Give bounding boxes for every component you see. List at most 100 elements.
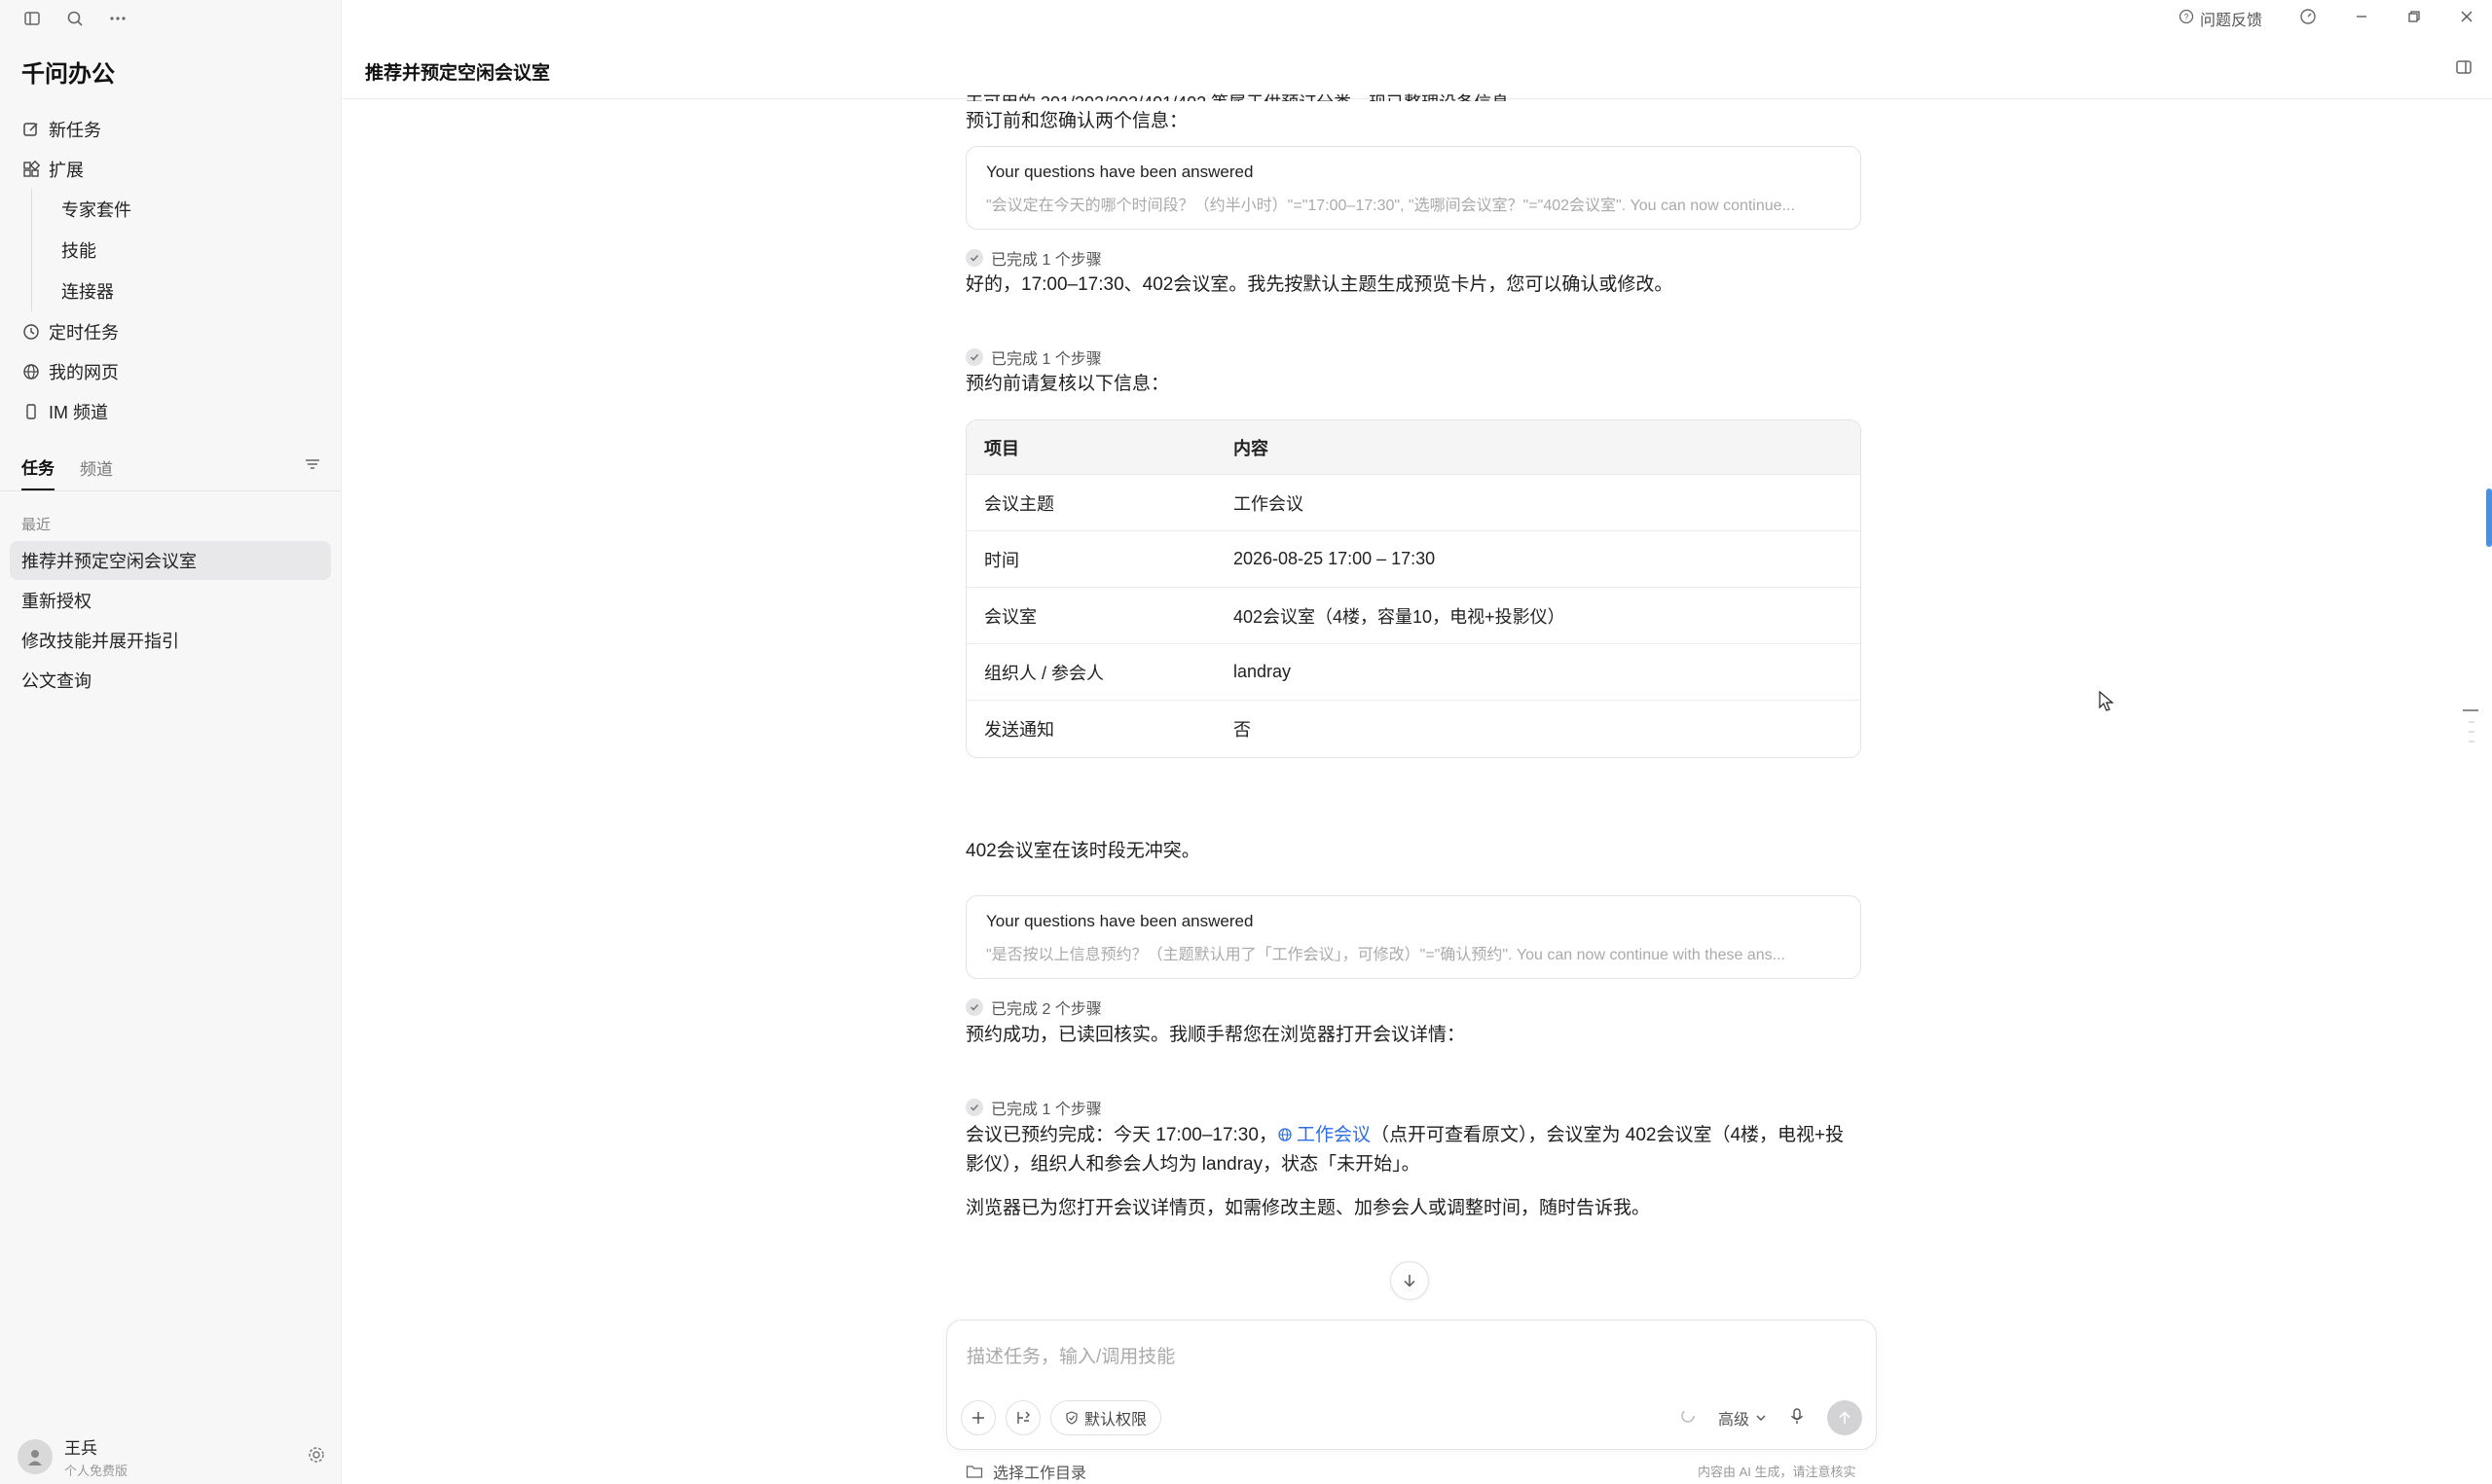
- feedback-label: 问题反馈: [2199, 13, 2262, 29]
- check-icon: [966, 998, 983, 1016]
- permission-label: 默认权限: [1084, 1412, 1148, 1429]
- tab-tasks[interactable]: 任务: [21, 454, 55, 490]
- workdir-label: 选择工作目录: [993, 1466, 1087, 1482]
- table-cell: landray: [1233, 662, 1292, 681]
- answered-card[interactable]: Your questions have been answered "是否按以上…: [966, 895, 1861, 979]
- toggle-sidebar-icon[interactable]: [21, 8, 43, 29]
- scrollbar[interactable]: [2484, 358, 2492, 679]
- message-text: 会议已预约完成：今天 17:00–17:30，: [966, 1125, 1277, 1145]
- steps-completed[interactable]: 已完成 1 个步骤: [966, 246, 1102, 270]
- send-button[interactable]: [1827, 1400, 1862, 1435]
- gear-icon[interactable]: [308, 1446, 325, 1468]
- globe-icon: [1278, 1128, 1292, 1141]
- tools-button[interactable]: [1006, 1400, 1041, 1435]
- table-cell: 2026-08-25 17:00 – 17:30: [1233, 549, 1436, 568]
- answered-card-title: Your questions have been answered: [986, 163, 1254, 181]
- add-button[interactable]: [961, 1400, 996, 1435]
- table-row: 会议主题 工作会议: [967, 475, 1860, 531]
- nav-scheduled[interactable]: 定时任务: [21, 311, 323, 351]
- folder-icon: [966, 1466, 983, 1478]
- table-cell: 会议室: [984, 606, 1037, 627]
- task-item[interactable]: 修改技能并展开指引: [10, 621, 331, 660]
- scroll-down-button[interactable]: [1390, 1261, 1429, 1300]
- task-item[interactable]: 重新授权: [10, 581, 331, 620]
- answered-card[interactable]: Your questions have been answered "会议定在今…: [966, 146, 1861, 230]
- workdir-button[interactable]: 选择工作目录: [966, 1460, 1086, 1483]
- help-icon: ?: [2179, 9, 2194, 29]
- task-list: 推荐并预定空闲会议室 重新授权 修改技能并展开指引 公文查询: [10, 541, 331, 701]
- user-name: 王兵: [64, 1439, 97, 1458]
- nav-my-web-label: 我的网页: [49, 362, 119, 382]
- gauge-icon[interactable]: [2299, 8, 2317, 30]
- filter-icon[interactable]: [304, 455, 321, 478]
- table-cell: 组织人 / 参会人: [984, 663, 1105, 683]
- task-input[interactable]: 描述任务，输入/调用技能: [967, 1342, 1175, 1368]
- nav-my-web[interactable]: 我的网页: [21, 351, 323, 391]
- close-icon[interactable]: [2459, 9, 2474, 29]
- table-cell: 时间: [984, 550, 1019, 570]
- shield-icon: [1066, 1411, 1078, 1425]
- minimize-icon[interactable]: [2354, 9, 2369, 29]
- check-icon: [966, 249, 983, 267]
- scrollbar-thumb[interactable]: [2486, 489, 2492, 547]
- ai-disclaimer: 内容由 AI 生成，请注意核实: [1698, 1465, 1856, 1479]
- steps-label: 已完成 1 个步骤: [991, 252, 1102, 269]
- message-text: 预订前和您确认两个信息：: [966, 111, 1189, 131]
- permission-button[interactable]: 默认权限: [1050, 1400, 1162, 1435]
- side-panel-icon[interactable]: [2455, 58, 2473, 81]
- restore-icon[interactable]: [2406, 9, 2422, 29]
- nav-im-channel-label: IM 频道: [49, 402, 108, 422]
- tab-channels[interactable]: 频道: [80, 455, 113, 489]
- steps-label: 已完成 2 个步骤: [991, 1001, 1102, 1018]
- extensions-icon: [21, 160, 41, 179]
- steps-completed[interactable]: 已完成 1 个步骤: [966, 1096, 1102, 1119]
- plus-icon: [972, 1412, 984, 1424]
- tools-icon: [1017, 1411, 1030, 1424]
- table-row: 发送通知 否: [967, 701, 1860, 757]
- table-row: 会议室 402会议室（4楼，容量10，电视+投影仪）: [967, 588, 1860, 644]
- nav-skills[interactable]: 技能: [31, 230, 323, 271]
- user-bar: 王兵 个人免费版: [18, 1435, 325, 1478]
- app-title: 千问办公: [21, 61, 115, 88]
- svg-text:?: ?: [2183, 12, 2188, 21]
- arrow-down-icon: [1404, 1275, 1415, 1287]
- steps-completed[interactable]: 已完成 2 个步骤: [966, 995, 1102, 1019]
- steps-completed[interactable]: 已完成 1 个步骤: [966, 345, 1102, 369]
- message-text: 好的，17:00–17:30、402会议室。我先按默认主题生成预览卡片，您可以确…: [966, 274, 1673, 295]
- main-area: 推荐并预定空闲会议室 天可用的 301/302/303/401/402 等属于供…: [343, 37, 2492, 1484]
- recent-label: 最近: [21, 517, 52, 533]
- check-icon: [966, 348, 983, 366]
- outline-icon[interactable]: [2463, 706, 2478, 748]
- table-cell: 工作会议: [1233, 493, 1303, 514]
- table-cell: 否: [1233, 720, 1251, 740]
- clock-icon: [21, 322, 41, 342]
- sidebar-tabs: 任务 频道: [21, 454, 323, 490]
- avatar[interactable]: [18, 1439, 53, 1474]
- user-info: 王兵 个人免费版: [64, 1434, 128, 1479]
- table-cell: 会议主题: [984, 493, 1054, 514]
- sidebar-top-icons: [21, 8, 128, 29]
- more-icon[interactable]: [107, 8, 128, 29]
- meeting-link[interactable]: 工作会议: [1277, 1125, 1371, 1145]
- arrow-up-icon: [1839, 1411, 1851, 1424]
- globe-icon: [21, 362, 41, 381]
- feedback-button[interactable]: ? 问题反馈: [2179, 7, 2262, 30]
- nav-im-channel[interactable]: IM 频道: [21, 391, 323, 431]
- check-icon: [966, 1099, 983, 1116]
- nav-expert-suite[interactable]: 专家套件: [31, 189, 323, 230]
- table-header: 项目 内容: [967, 420, 1860, 475]
- task-item[interactable]: 公文查询: [10, 661, 331, 700]
- phone-icon: [21, 402, 41, 421]
- nav-connectors[interactable]: 连接器: [31, 271, 323, 311]
- final-message: 会议已预约完成：今天 17:00–17:30， 工作会议（点开可查看原文），会议室…: [966, 1121, 1861, 1179]
- nav-new-task[interactable]: 新任务: [21, 109, 323, 149]
- answered-card-summary: "是否按以上信息预约？（主题默认用了「工作会议」，可修改）"="确认预约". Y…: [986, 947, 1785, 963]
- nav-extensions[interactable]: 扩展: [21, 149, 323, 189]
- task-item[interactable]: 推荐并预定空闲会议室: [10, 541, 331, 580]
- model-level-select[interactable]: 高级: [1718, 1406, 1767, 1430]
- search-icon[interactable]: [64, 8, 86, 29]
- table-header-cell: 项目: [984, 438, 1019, 458]
- microphone-icon[interactable]: [1788, 1407, 1806, 1430]
- nav-extensions-label: 扩展: [49, 160, 84, 180]
- table-header-cell: 内容: [1233, 438, 1268, 458]
